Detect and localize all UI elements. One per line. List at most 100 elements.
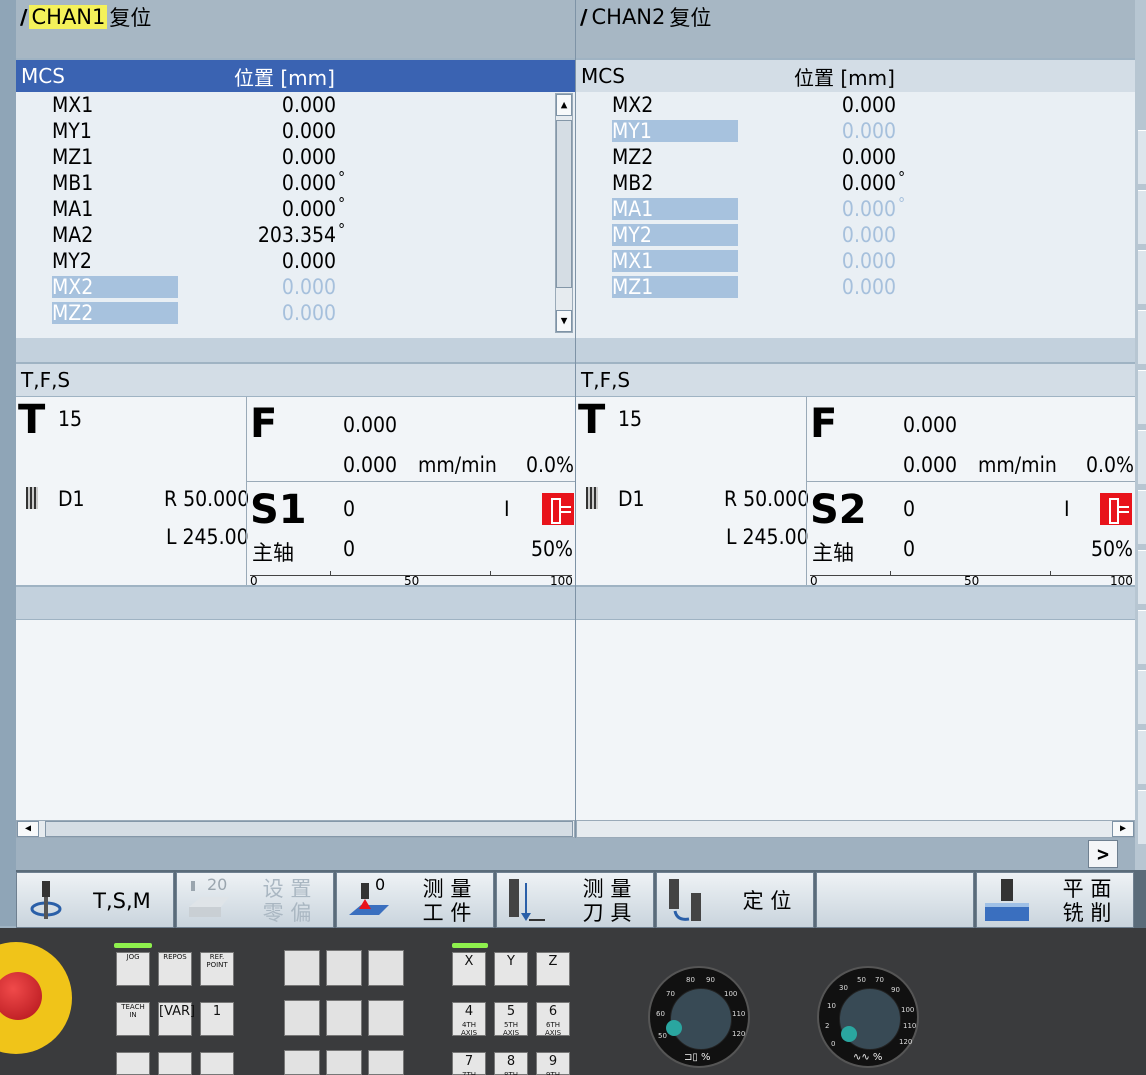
vertical-softkey[interactable] xyxy=(1138,190,1146,244)
chan2-name: CHAN2 xyxy=(591,5,666,29)
mode-key[interactable]: REF. POINT xyxy=(200,952,234,986)
chan1-name: CHAN1 xyxy=(29,5,108,29)
axis-row[interactable]: MA1 0.000 ° xyxy=(576,194,1106,224)
blank-key[interactable] xyxy=(368,1050,404,1075)
axis-row[interactable]: MX1 0.000 xyxy=(16,94,546,120)
chan1-mcs-header: MCS 位置 [mm] xyxy=(16,60,575,92)
mode-key[interactable]: 1 xyxy=(200,1002,234,1036)
axis-row[interactable]: MA2 203.354 ° xyxy=(16,220,546,250)
scroll-left-icon[interactable]: ◀ xyxy=(17,821,39,837)
axis-key[interactable]: X xyxy=(452,952,486,986)
emergency-stop-icon xyxy=(0,972,42,1020)
emergency-stop-button[interactable] xyxy=(0,942,72,1054)
blank-key[interactable] xyxy=(368,1000,404,1036)
axis-row[interactable]: MZ1 0.000 xyxy=(576,276,1106,302)
tool-t-label: T xyxy=(578,397,606,443)
axis-name: MY2 xyxy=(612,224,738,246)
blank-key[interactable] xyxy=(326,1000,362,1036)
vertical-softkey[interactable] xyxy=(1138,250,1146,304)
axis-row[interactable]: MB2 0.000 ° xyxy=(576,168,1106,198)
vertical-softkey[interactable] xyxy=(1138,790,1146,844)
axis-name: MB1 xyxy=(52,171,94,195)
softkey-measure-tool[interactable]: 测 量 刀 具 xyxy=(496,872,654,928)
spindle-s-label: S2 xyxy=(810,487,867,533)
softkey-tsm[interactable]: T,S,M xyxy=(16,872,174,928)
axis-key[interactable]: 9 9TH xyxy=(536,1052,570,1075)
axis-key[interactable]: 6 6TH AXIS xyxy=(536,1002,570,1037)
vertical-softkey[interactable] xyxy=(1138,730,1146,784)
axis-key[interactable]: Y xyxy=(494,952,528,986)
chan2-mcs-window[interactable]: MCS 位置 [mm] MX2 0.000 MY1 0.000 MZ2 0.000 MB2 0… xyxy=(576,60,1135,338)
blank-key[interactable] xyxy=(284,950,320,986)
axis-position: 0.000 xyxy=(841,223,896,247)
blank-key[interactable] xyxy=(284,1000,320,1036)
mode-key[interactable]: [VAR] xyxy=(158,1002,195,1036)
vertical-softkey[interactable] xyxy=(1138,490,1146,544)
softkey-empty[interactable] xyxy=(816,872,974,928)
softkey-face-milling[interactable]: 平 面 铣 削 xyxy=(976,872,1134,928)
axis-unit: ° xyxy=(338,194,346,213)
axis-row[interactable]: MX2 0.000 xyxy=(16,276,546,302)
mode-key[interactable]: TEACH IN xyxy=(116,1002,150,1036)
axis-row[interactable]: MX1 0.000 xyxy=(576,250,1106,276)
vertical-softkey[interactable] xyxy=(1138,550,1146,604)
vertical-softkey[interactable] xyxy=(1138,130,1146,184)
tool-d-value: D1 xyxy=(58,487,85,511)
softkey-positioning[interactable]: 定 位 xyxy=(656,872,814,928)
axis-key[interactable]: Z xyxy=(536,952,570,986)
blank-key[interactable] xyxy=(284,1050,320,1075)
vertical-softkey[interactable] xyxy=(1138,370,1146,424)
scroll-right-icon[interactable]: ▶ xyxy=(1112,821,1134,837)
scroll-down-icon[interactable]: ▼ xyxy=(556,310,572,332)
tool-number: 15 xyxy=(58,407,83,431)
position-label: 位置 [mm] xyxy=(794,65,895,90)
axis-key[interactable]: 4 4TH AXIS xyxy=(452,1002,486,1037)
chan1-tfs-window[interactable]: T 15 D1 R 50.000 L 245.00 F 0.000 0.000 … xyxy=(16,397,575,588)
axis-row[interactable]: MY1 0.000 xyxy=(576,120,1106,146)
blank-key[interactable] xyxy=(326,950,362,986)
chan2-horizontal-scrollbar[interactable]: ▶ xyxy=(576,820,1135,838)
axis-row[interactable]: MZ1 0.000 xyxy=(16,146,546,172)
softkey-set-work-offset[interactable]: 20 设 置 零 偏 xyxy=(176,872,334,928)
chan1-tfs-header: T,F,S xyxy=(16,364,575,396)
blank-key[interactable] xyxy=(368,950,404,986)
axis-key[interactable]: 7 7TH xyxy=(452,1052,486,1075)
axis-name: MY2 xyxy=(52,249,92,273)
mode-key[interactable]: JOG xyxy=(116,952,150,986)
mode-key[interactable]: REPOS xyxy=(158,952,192,986)
scroll-up-icon[interactable]: ▲ xyxy=(556,94,572,116)
axis-name: MZ1 xyxy=(52,145,94,169)
blank-key[interactable] xyxy=(326,1050,362,1075)
spindle-direction: I xyxy=(1064,497,1070,521)
chan2-tfs-window[interactable]: T 15 D1 R 50.000 L 245.00 F 0.000 0.000 … xyxy=(576,397,1135,588)
feed-override-dial[interactable]: 50 60 70 80 90 100 110 120 ⊐▯ % xyxy=(648,966,750,1068)
axis-key[interactable]: 5 5TH AXIS xyxy=(494,1002,528,1037)
axis-row[interactable]: MB1 0.000 ° xyxy=(16,168,546,198)
position-label: 位置 [mm] xyxy=(234,65,335,90)
vertical-softkey[interactable] xyxy=(1138,610,1146,664)
mode-key[interactable] xyxy=(200,1052,234,1075)
scroll-thumb[interactable] xyxy=(556,120,572,288)
axis-row[interactable]: MA1 0.000 ° xyxy=(16,194,546,224)
axis-row[interactable]: MZ2 0.000 xyxy=(16,302,546,328)
chan1-mcs-window[interactable]: MCS 位置 [mm] MX1 0.000 MY1 0.000 MZ1 0.000 MB1 0… xyxy=(16,60,575,338)
axis-row[interactable]: MY1 0.000 xyxy=(16,120,546,146)
axis-name: MZ1 xyxy=(612,276,738,298)
softkey-measure-workpiece[interactable]: 0 测 量 工 件 xyxy=(336,872,494,928)
axis-row[interactable]: MY2 0.000 xyxy=(16,250,546,276)
chan1-horizontal-scrollbar[interactable]: ◀ xyxy=(16,820,575,838)
more-softkeys-button[interactable]: > xyxy=(1088,840,1118,868)
scroll-thumb[interactable] xyxy=(45,821,573,837)
axis-key[interactable]: 8 8TH xyxy=(494,1052,528,1075)
spindle-override-dial[interactable]: 0 2 10 30 50 70 90 100 110 120 ∿∿ % xyxy=(817,966,919,1068)
vertical-softkey[interactable] xyxy=(1138,310,1146,364)
axis-row[interactable]: MX2 0.000 xyxy=(576,94,1106,120)
axis-row[interactable]: MZ2 0.000 xyxy=(576,146,1106,172)
vertical-softkey[interactable] xyxy=(1138,670,1146,724)
mode-key[interactable] xyxy=(116,1052,150,1075)
axis-position: 0.000 xyxy=(281,249,336,273)
axis-row[interactable]: MY2 0.000 xyxy=(576,224,1106,250)
mode-key[interactable] xyxy=(158,1052,192,1075)
vertical-softkey[interactable] xyxy=(1138,430,1146,484)
chan1-vertical-scrollbar[interactable]: ▲ ▼ xyxy=(555,93,573,333)
